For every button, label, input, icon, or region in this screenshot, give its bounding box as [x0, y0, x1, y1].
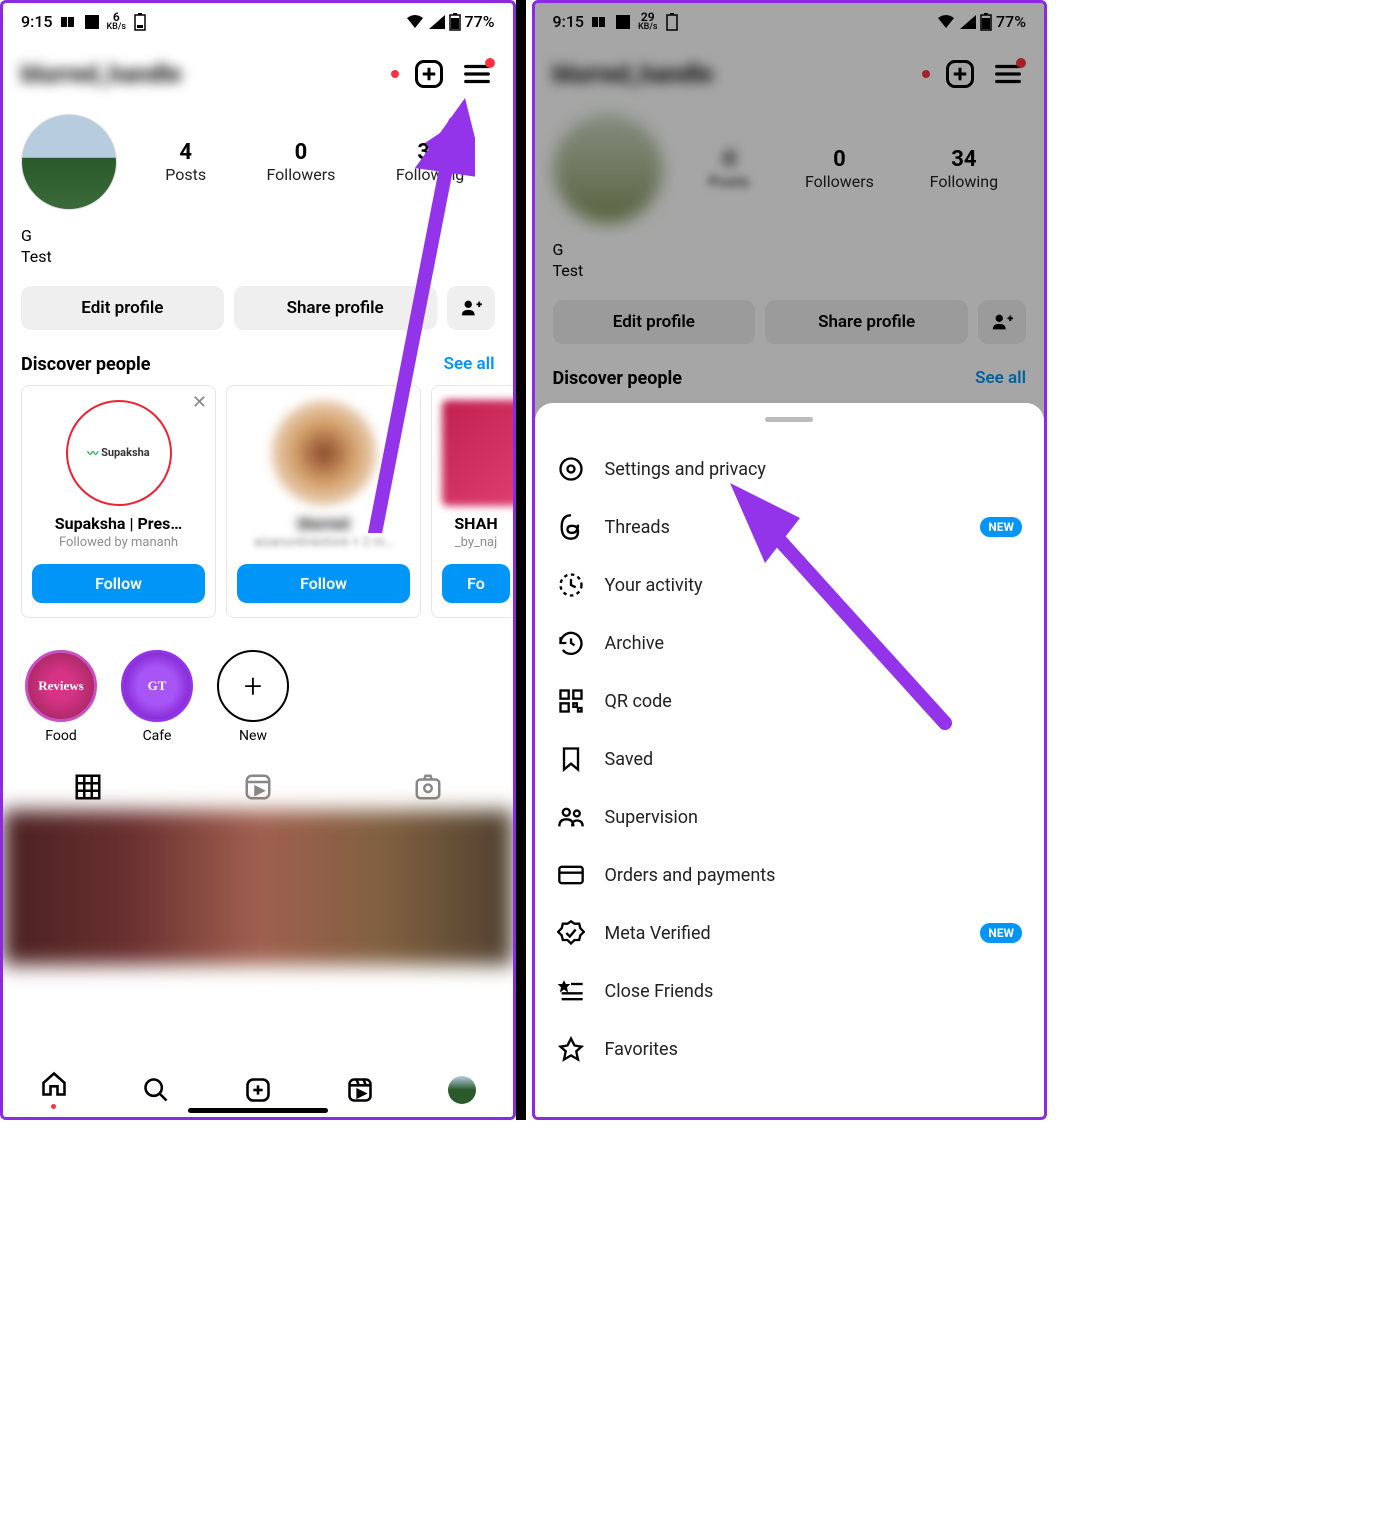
menu-orders-payments[interactable]: Orders and payments: [557, 846, 1023, 904]
menu-your-activity[interactable]: Your activity: [557, 556, 1023, 614]
card-sub: Followed by mananh: [32, 535, 205, 550]
statusbar-icon: [61, 15, 77, 29]
menu-settings-privacy[interactable]: Settings and privacy: [557, 440, 1023, 498]
battery-icon: [449, 13, 461, 31]
profile-stats-row: 4Posts 0Followers 34Following: [3, 102, 513, 222]
statusbar-square-icon: [85, 15, 99, 29]
discover-card[interactable]: blurred aizanonlinestore + 2 m… Follow: [226, 385, 421, 618]
follow-button[interactable]: Fo: [442, 564, 510, 603]
card-avatar: [442, 400, 513, 506]
create-tab-icon[interactable]: [244, 1076, 272, 1104]
star-list-icon: [557, 977, 585, 1005]
card-name: SHAH: [442, 514, 510, 533]
phone-right: 9:15 29KB/s 77% blurred_handle 4Posts: [532, 0, 1048, 1120]
bookmark-icon: [557, 745, 585, 773]
menu-qr-code[interactable]: QR code: [557, 672, 1023, 730]
sheet-handle[interactable]: [765, 417, 813, 422]
card-name: Supaksha | Pres…: [32, 514, 205, 533]
menu-favorites[interactable]: Favorites: [557, 1020, 1023, 1078]
share-profile-button[interactable]: Share profile: [234, 286, 437, 330]
divider-bar: [516, 0, 526, 1120]
activity-icon: [557, 571, 585, 599]
action-row: Edit profile Share profile: [3, 280, 513, 336]
menu-archive[interactable]: Archive: [557, 614, 1023, 672]
highlight-item[interactable]: GT Cafe: [121, 650, 193, 744]
card-sub: _by_naj: [442, 535, 510, 550]
card-name: blurred: [237, 514, 410, 533]
gear-icon: [557, 455, 585, 483]
card-avatar: 〰 Supaksha: [66, 400, 172, 506]
phone-left: 9:15 6KB/s 77% blurred_handle: [0, 0, 516, 1120]
edit-profile-button[interactable]: Edit profile: [21, 286, 224, 330]
status-bar: 9:15 6KB/s 77%: [3, 3, 513, 36]
stat-followers[interactable]: 0Followers: [267, 140, 336, 184]
menu-threads[interactable]: Threads NEW: [557, 498, 1023, 556]
stat-following[interactable]: 34Following: [396, 140, 464, 184]
grid-tab-icon[interactable]: [73, 772, 103, 802]
card-sub: aizanonlinestore + 2 m…: [237, 535, 410, 550]
card-icon: [557, 861, 585, 889]
search-tab-icon[interactable]: [142, 1076, 170, 1104]
supervision-icon: [557, 803, 585, 831]
menu-dot: [485, 58, 495, 68]
signal-icon: [429, 15, 445, 29]
content-tabs: [3, 754, 513, 808]
menu-sheet: Settings and privacy Threads NEW Your ac…: [535, 403, 1045, 1117]
threads-icon: [557, 513, 585, 541]
tagged-tab-icon[interactable]: [413, 772, 443, 802]
display-name: G: [21, 226, 495, 247]
close-icon[interactable]: ✕: [192, 392, 207, 413]
card-avatar: [271, 400, 377, 506]
highlight-new[interactable]: + New: [217, 650, 289, 744]
follow-button[interactable]: Follow: [32, 564, 205, 603]
feed-grid[interactable]: [3, 810, 513, 965]
profile-tab-icon[interactable]: [448, 1076, 476, 1104]
bio-text: Test: [21, 247, 495, 268]
new-badge: NEW: [980, 517, 1022, 537]
menu-button[interactable]: [459, 56, 495, 92]
follow-button[interactable]: Follow: [237, 564, 410, 603]
discover-title: Discover people: [21, 354, 151, 375]
stat-posts[interactable]: 4Posts: [165, 140, 206, 184]
home-tab[interactable]: [40, 1070, 68, 1109]
reels-nav-icon[interactable]: [346, 1076, 374, 1104]
see-all-link[interactable]: See all: [444, 354, 495, 374]
menu-supervision[interactable]: Supervision: [557, 788, 1023, 846]
archive-icon: [557, 629, 585, 657]
profile-avatar[interactable]: [21, 114, 117, 210]
menu-saved[interactable]: Saved: [557, 730, 1023, 788]
username-text[interactable]: blurred_handle: [21, 60, 371, 88]
reels-tab-icon[interactable]: [243, 772, 273, 802]
notification-dot: [391, 70, 399, 78]
discover-card[interactable]: SHAH _by_naj Fo: [431, 385, 513, 618]
discover-card[interactable]: ✕ 〰 Supaksha Supaksha | Pres… Followed b…: [21, 385, 216, 618]
discover-cards: ✕ 〰 Supaksha Supaksha | Pres… Followed b…: [3, 385, 513, 632]
clock: 9:15: [21, 12, 53, 31]
data-speed: 6KB/s: [107, 11, 127, 32]
add-friend-button[interactable]: [447, 286, 495, 330]
battery-low-icon: [134, 13, 146, 31]
gesture-bar: [188, 1108, 328, 1113]
verified-icon: [557, 919, 585, 947]
create-post-button[interactable]: [411, 56, 447, 92]
menu-close-friends[interactable]: Close Friends: [557, 962, 1023, 1020]
menu-meta-verified[interactable]: Meta Verified NEW: [557, 904, 1023, 962]
qr-icon: [557, 687, 585, 715]
highlights-row: Reviews Food GT Cafe + New: [3, 632, 513, 754]
new-badge: NEW: [980, 923, 1022, 943]
battery-text: 77%: [465, 12, 495, 31]
highlight-item[interactable]: Reviews Food: [25, 650, 97, 744]
wifi-icon: [405, 14, 425, 30]
profile-info: G Test: [3, 222, 513, 280]
profile-header: blurred_handle: [3, 36, 513, 102]
star-icon: [557, 1035, 585, 1063]
